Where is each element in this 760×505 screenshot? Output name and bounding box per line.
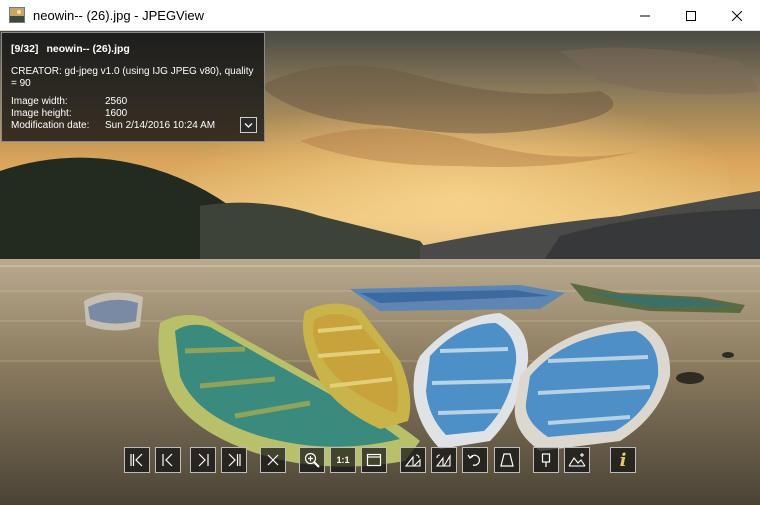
info-value: Sun 2/14/2016 10:24 AM xyxy=(105,120,216,131)
next-image-icon xyxy=(198,453,209,467)
close-image-icon xyxy=(267,454,279,466)
landscape-enhance-button[interactable] xyxy=(564,447,590,473)
info-row-modified: Modification date: Sun 2/14/2016 10:24 AM xyxy=(11,120,215,132)
app-icon xyxy=(9,7,25,23)
window-title: neowin-- (26).jpg - JPEGView xyxy=(33,7,204,23)
minimize-icon xyxy=(640,15,650,16)
window-controls xyxy=(622,0,760,31)
image-index: [9/32] xyxy=(11,43,39,55)
first-image-button[interactable] xyxy=(124,447,150,473)
fit-window-button[interactable] xyxy=(361,447,387,473)
last-image-button[interactable] xyxy=(221,447,247,473)
free-rotate-button[interactable] xyxy=(462,447,488,473)
keep-params-button[interactable] xyxy=(533,447,559,473)
image-filename: neowin-- (26).jpg xyxy=(46,43,130,55)
close-image-button[interactable] xyxy=(260,447,286,473)
info-label: Modification date: xyxy=(11,120,90,131)
info-value: 2560 xyxy=(105,96,128,107)
landscape-enhance-icon xyxy=(568,453,586,467)
close-button[interactable] xyxy=(714,0,760,31)
close-icon xyxy=(732,10,742,21)
rotate-left-button[interactable] xyxy=(400,447,426,473)
first-image-icon xyxy=(130,453,143,467)
rotate-right-icon xyxy=(435,454,451,467)
zoom-button[interactable] xyxy=(299,447,325,473)
fit-window-icon xyxy=(366,453,382,467)
chevron-down-icon xyxy=(244,122,253,128)
actual-size-icon: 1:1 xyxy=(336,455,350,465)
zoom-icon xyxy=(304,452,320,468)
keep-params-icon xyxy=(541,453,551,467)
previous-image-button[interactable] xyxy=(155,447,181,473)
image-info-panel: [9/32] neowin-- (26).jpg CREATOR: gd-jpeg… xyxy=(1,32,265,142)
jpegview-window: neowin-- (26).jpg - JPEGView [9/32] neow… xyxy=(0,0,760,505)
navigation-toolbar: 1:1 i xyxy=(0,447,760,477)
maximize-icon xyxy=(686,10,696,21)
free-rotate-icon xyxy=(467,454,481,466)
next-image-button[interactable] xyxy=(190,447,216,473)
info-label: Image width: xyxy=(11,96,68,107)
rotate-right-button[interactable] xyxy=(431,447,457,473)
rotate-left-icon xyxy=(404,454,421,467)
last-image-icon xyxy=(228,453,241,467)
info-button[interactable]: i xyxy=(610,447,636,473)
exif-creator: CREATOR: gd-jpeg v1.0 (using IJG JPEG v8… xyxy=(11,66,254,89)
title-bar[interactable]: neowin-- (26).jpg - JPEGView xyxy=(0,0,760,31)
info-label: Image height: xyxy=(11,108,72,119)
info-header: [9/32] neowin-- (26).jpg xyxy=(11,43,138,55)
perspective-button[interactable] xyxy=(494,447,520,473)
info-icon: i xyxy=(619,449,627,471)
actual-size-button[interactable]: 1:1 xyxy=(330,447,356,473)
info-row-width: Image width: 2560 xyxy=(11,96,127,108)
expand-info-button[interactable] xyxy=(240,117,257,133)
previous-image-icon xyxy=(162,453,173,467)
perspective-icon xyxy=(500,453,514,467)
info-row-height: Image height: 1600 xyxy=(11,108,127,120)
minimize-button[interactable] xyxy=(622,0,668,31)
maximize-button[interactable] xyxy=(668,0,714,31)
info-value: 1600 xyxy=(105,108,128,119)
